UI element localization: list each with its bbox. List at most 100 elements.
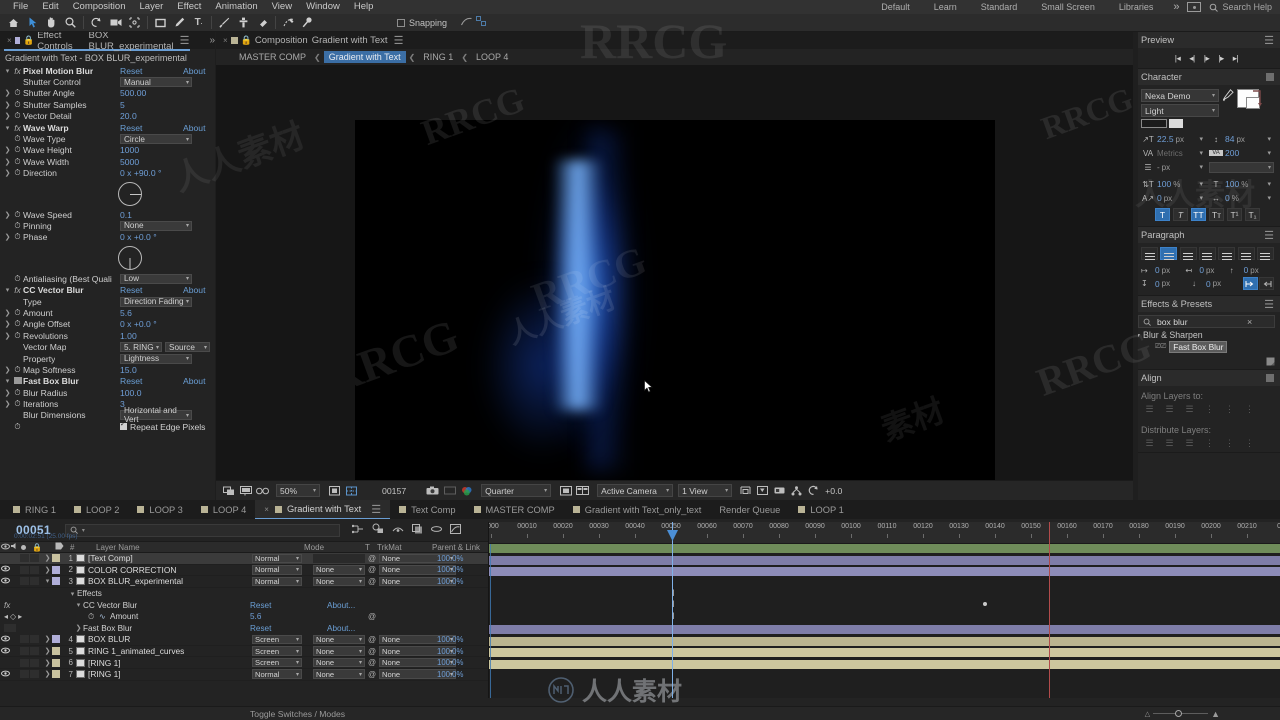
indent-right-field[interactable]: ↤ 0 px <box>1185 265 1229 275</box>
stopwatch-icon[interactable]: ⏱ <box>12 319 23 329</box>
new-folder-icon[interactable] <box>1266 357 1275 369</box>
lock-toggle-icon[interactable] <box>30 566 39 574</box>
align-vertical-center-icon[interactable]: ⋮ <box>1221 403 1238 416</box>
3d-glasses-icon[interactable] <box>254 483 271 498</box>
twirl-icon[interactable]: ▾ <box>3 377 12 385</box>
distribute-horizontal-center-icon[interactable]: ⋮ <box>1221 437 1238 450</box>
property-value[interactable]: 0 x +90.0 ° <box>120 168 161 178</box>
twirl-icon[interactable]: ❯ <box>3 233 12 241</box>
panel-menu-icon[interactable]: ☰ <box>1264 298 1274 311</box>
label-color-swatch[interactable] <box>52 647 60 655</box>
stopwatch-icon[interactable]: ⏱ <box>12 134 23 144</box>
breadcrumb-item-loop-4[interactable]: LOOP 4 <box>471 51 513 63</box>
menu-edit[interactable]: Edit <box>35 0 65 14</box>
viewer-timecode[interactable]: 00157 <box>382 486 406 496</box>
views-dropdown[interactable]: 1 View ▾ <box>678 484 732 497</box>
property-value[interactable]: 5 <box>120 100 125 110</box>
menu-effect[interactable]: Effect <box>170 0 208 14</box>
stopwatch-icon[interactable]: ⏱ <box>12 221 23 231</box>
last-frame-icon[interactable]: ▸| <box>1233 53 1238 64</box>
space-after-field[interactable]: ↓ 0 px <box>1192 279 1238 289</box>
property-wave-type[interactable]: ⏱Wave TypeCircle▾ <box>0 133 215 144</box>
clone-stamp-tool-icon[interactable] <box>234 15 253 31</box>
stroke-type-dropdown[interactable]: ▾ <box>1209 162 1274 173</box>
solo-toggle-icon[interactable] <box>20 554 29 562</box>
effect-toggle-icon[interactable] <box>4 624 16 632</box>
property-map-softness[interactable]: ❯⏱Map Softness15.0 <box>0 364 215 375</box>
exposure-value[interactable]: +0.0 <box>825 486 842 496</box>
stretch-value[interactable]: 100.0% <box>437 658 463 667</box>
solo-toggle-icon[interactable] <box>20 647 29 655</box>
timeline-tab-master-comp[interactable]: MASTER COMP <box>465 500 564 519</box>
solo-toggle-icon[interactable] <box>20 659 29 667</box>
stopwatch-icon[interactable]: ⏱ <box>12 399 23 409</box>
repeat-edge-pixels-checkbox[interactable]: Repeat Edge Pixels <box>120 422 205 432</box>
effects-category-blur-sharpen[interactable]: ▾ Blur & Sharpen <box>1133 328 1280 341</box>
parent-link-icon[interactable]: @ <box>368 565 376 574</box>
mode-dropdown[interactable]: Normal▾ <box>252 565 302 575</box>
parent-link-icon[interactable]: @ <box>368 554 376 563</box>
font-style-dropdown[interactable]: Light ▾ <box>1141 104 1219 117</box>
property-phase[interactable]: ❯⏱Phase0 x +0.0 ° <box>0 232 215 243</box>
twirl-icon[interactable]: ▾ <box>3 124 12 132</box>
zoom-in-icon[interactable]: ▲ <box>1211 709 1220 719</box>
video-toggle-icon[interactable] <box>0 670 10 679</box>
expand-tabs-icon[interactable]: » <box>209 35 215 46</box>
stopwatch-icon[interactable]: ⏱ <box>12 274 23 284</box>
composition-viewport[interactable]: RRCG 人人素材 <box>216 65 1133 500</box>
track-row-4[interactable] <box>489 625 1280 637</box>
stopwatch-icon[interactable]: ⏱ <box>12 365 23 375</box>
snap-grid-icon[interactable] <box>476 16 486 29</box>
solo-toggle-icon[interactable] <box>20 635 29 643</box>
stopwatch-icon[interactable]: ⏱ <box>12 168 23 178</box>
track-row-3[interactable] <box>489 567 1280 579</box>
effect-header-pixel-motion-blur[interactable]: ▾fxPixel Motion BlurResetAbout <box>0 65 215 76</box>
baseline-shift-field[interactable]: A↗ 0 px ▾ <box>1141 191 1203 205</box>
horizontal-scale-field[interactable]: T 100 % ▾ <box>1209 177 1271 191</box>
camera-dropdown[interactable]: Active Camera ▾ <box>597 484 673 497</box>
menu-help[interactable]: Help <box>347 0 381 14</box>
stopwatch-icon[interactable]: ⏱ <box>12 422 23 432</box>
shape-tool-icon[interactable] <box>151 15 170 31</box>
menu-view[interactable]: View <box>265 0 299 14</box>
reset-link[interactable]: Reset <box>250 601 271 610</box>
property-angle-offset[interactable]: ❯⏱Angle Offset0 x +0.0 ° <box>0 319 215 330</box>
distribute-top-icon[interactable]: ☰ <box>1141 437 1158 450</box>
stopwatch-icon[interactable]: ⏱ <box>12 145 23 155</box>
search-workspace-icon[interactable] <box>1187 2 1201 12</box>
puppet-pin-tool-icon[interactable] <box>298 15 317 31</box>
leading-field[interactable]: ↕ 84 px ▾ <box>1209 132 1271 146</box>
layer-name[interactable]: RING 1_animated_curves <box>88 646 184 656</box>
magnification-dropdown[interactable]: 50% ▾ <box>276 484 320 497</box>
work-area-bar[interactable] <box>489 544 1280 553</box>
camera-tool-icon[interactable] <box>106 15 125 31</box>
clear-search-icon[interactable]: × <box>1247 317 1252 327</box>
effect-header-wave-warp[interactable]: ▾fxWave WarpResetAbout <box>0 122 215 133</box>
composition-mini-flowchart-icon[interactable] <box>352 524 364 537</box>
workspace-small-screen[interactable]: Small Screen <box>1029 0 1107 14</box>
comp-flowchart-icon[interactable] <box>788 483 805 498</box>
justify-last-center-icon[interactable] <box>1218 247 1235 260</box>
layer-name[interactable]: [RING 1] <box>88 669 121 679</box>
trkmat-dropdown[interactable]: None▾ <box>313 565 365 575</box>
twirl-icon[interactable]: ❯ <box>43 670 52 678</box>
twirl-icon[interactable]: ❯ <box>3 332 12 340</box>
property-value[interactable]: 1000 <box>120 145 139 155</box>
layer-name[interactable]: BOX BLUR_experimental <box>88 576 183 586</box>
property-property[interactable]: PropertyLightness▾ <box>0 353 215 364</box>
stopwatch-icon[interactable]: ⏱ <box>12 88 23 98</box>
property-shutter-samples[interactable]: ❯⏱Shutter Samples5 <box>0 99 215 110</box>
label-color-swatch[interactable] <box>52 659 60 667</box>
snapping-checkbox[interactable] <box>397 19 405 27</box>
twirl-icon[interactable]: ❯ <box>3 112 12 120</box>
label-color-swatch[interactable] <box>52 670 60 678</box>
menu-file[interactable]: File <box>6 0 35 14</box>
layer-name[interactable]: COLOR CORRECTION <box>88 565 176 575</box>
layer-name[interactable]: BOX BLUR <box>88 634 130 644</box>
property-dropdown[interactable]: Manual▾ <box>120 77 192 87</box>
zoom-knob[interactable] <box>1175 710 1182 717</box>
property-amount[interactable]: ❯⏱Amount5.6 <box>0 307 215 318</box>
timeline-tab-gradient-with-text-only-text[interactable]: Gradient with Text_only_text <box>564 500 711 519</box>
video-column-icon[interactable] <box>0 543 10 552</box>
label-column-icon[interactable] <box>48 542 70 552</box>
